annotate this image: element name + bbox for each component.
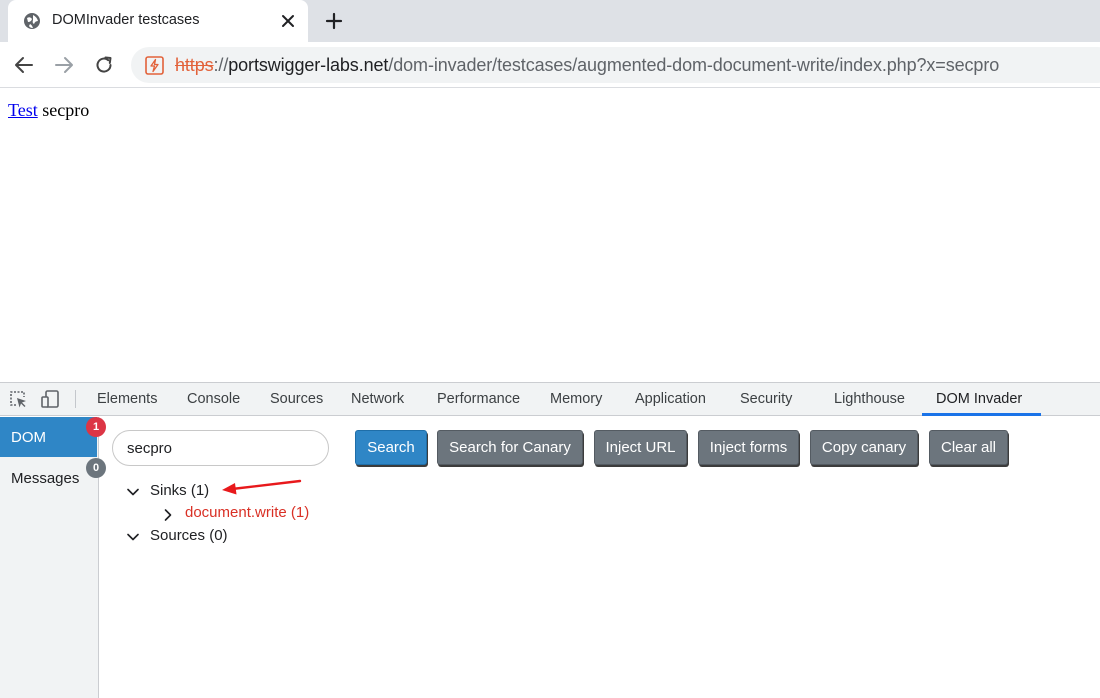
inspect-element-icon[interactable] [8, 389, 28, 409]
active-tab-indicator [922, 413, 1041, 416]
reload-icon[interactable] [93, 54, 115, 76]
search-input[interactable] [112, 430, 329, 466]
tab-lighthouse[interactable]: Lighthouse [834, 391, 905, 407]
chevron-down-icon[interactable] [126, 530, 140, 544]
messages-count-badge: 0 [86, 458, 106, 478]
dom-invader-sidebar: DOM Messages [0, 417, 99, 698]
not-secure-icon[interactable] [145, 56, 164, 75]
annotation-arrow [222, 479, 302, 495]
arrow-right-icon[interactable] [53, 54, 75, 76]
url-path: /dom-invader/testcases/augmented-dom-doc… [388, 55, 1000, 75]
sink-document-write[interactable]: document.write (1) [185, 504, 309, 521]
toolbar-divider [75, 390, 76, 408]
device-toolbar-icon[interactable] [40, 389, 60, 409]
search-button[interactable]: Search [355, 430, 427, 465]
tab-security[interactable]: Security [740, 391, 792, 407]
devtools-tab-bar: Elements Console Sources Network Perform… [0, 383, 1100, 416]
chevron-right-icon[interactable] [161, 508, 175, 522]
sources-node[interactable]: Sources (0) [150, 527, 228, 544]
chevron-down-icon[interactable] [126, 485, 140, 499]
url-scheme: https [175, 55, 214, 75]
search-for-canary-button[interactable]: Search for Canary [437, 430, 583, 465]
copy-canary-button[interactable]: Copy canary [810, 430, 918, 465]
sinks-node[interactable]: Sinks (1) [150, 482, 209, 499]
url-text: https://portswigger-labs.net/dom-invader… [175, 55, 999, 76]
dom-count-badge: 1 [86, 417, 106, 437]
url-separator: :// [213, 55, 229, 75]
sidebar-item-label: Messages [11, 470, 80, 487]
globe-icon [24, 13, 40, 29]
sidebar-item-dom[interactable]: DOM [0, 417, 97, 457]
tab-strip: DOMInvader testcases [0, 0, 1100, 42]
address-bar[interactable]: https://portswigger-labs.net/dom-invader… [131, 47, 1100, 83]
clear-all-button[interactable]: Clear all [929, 430, 1008, 465]
devtools-panel: Elements Console Sources Network Perform… [0, 382, 1100, 698]
inject-forms-button[interactable]: Inject forms [698, 430, 799, 465]
sidebar-item-label: DOM [11, 429, 46, 446]
tab-elements[interactable]: Elements [97, 391, 157, 407]
tab-title: DOMInvader testcases [52, 12, 200, 28]
browser-tab[interactable]: DOMInvader testcases [8, 0, 308, 42]
close-icon[interactable] [280, 13, 296, 29]
tab-console[interactable]: Console [187, 391, 240, 407]
browser-toolbar: https://portswigger-labs.net/dom-invader… [0, 42, 1100, 88]
tab-performance[interactable]: Performance [437, 391, 520, 407]
tab-application[interactable]: Application [635, 391, 706, 407]
tab-network[interactable]: Network [351, 391, 404, 407]
arrow-left-icon[interactable] [13, 54, 35, 76]
test-link[interactable]: Test [8, 100, 38, 120]
tab-dom-invader[interactable]: DOM Invader [936, 391, 1022, 407]
inject-url-button[interactable]: Inject URL [594, 430, 687, 465]
plus-icon[interactable] [325, 12, 343, 30]
page-content: Test secpro [8, 100, 89, 121]
page-text: secpro [42, 100, 90, 120]
sidebar-item-messages[interactable]: Messages [0, 458, 97, 498]
url-host: portswigger-labs.net [228, 55, 389, 75]
tab-memory[interactable]: Memory [550, 391, 602, 407]
tab-sources[interactable]: Sources [270, 391, 323, 407]
